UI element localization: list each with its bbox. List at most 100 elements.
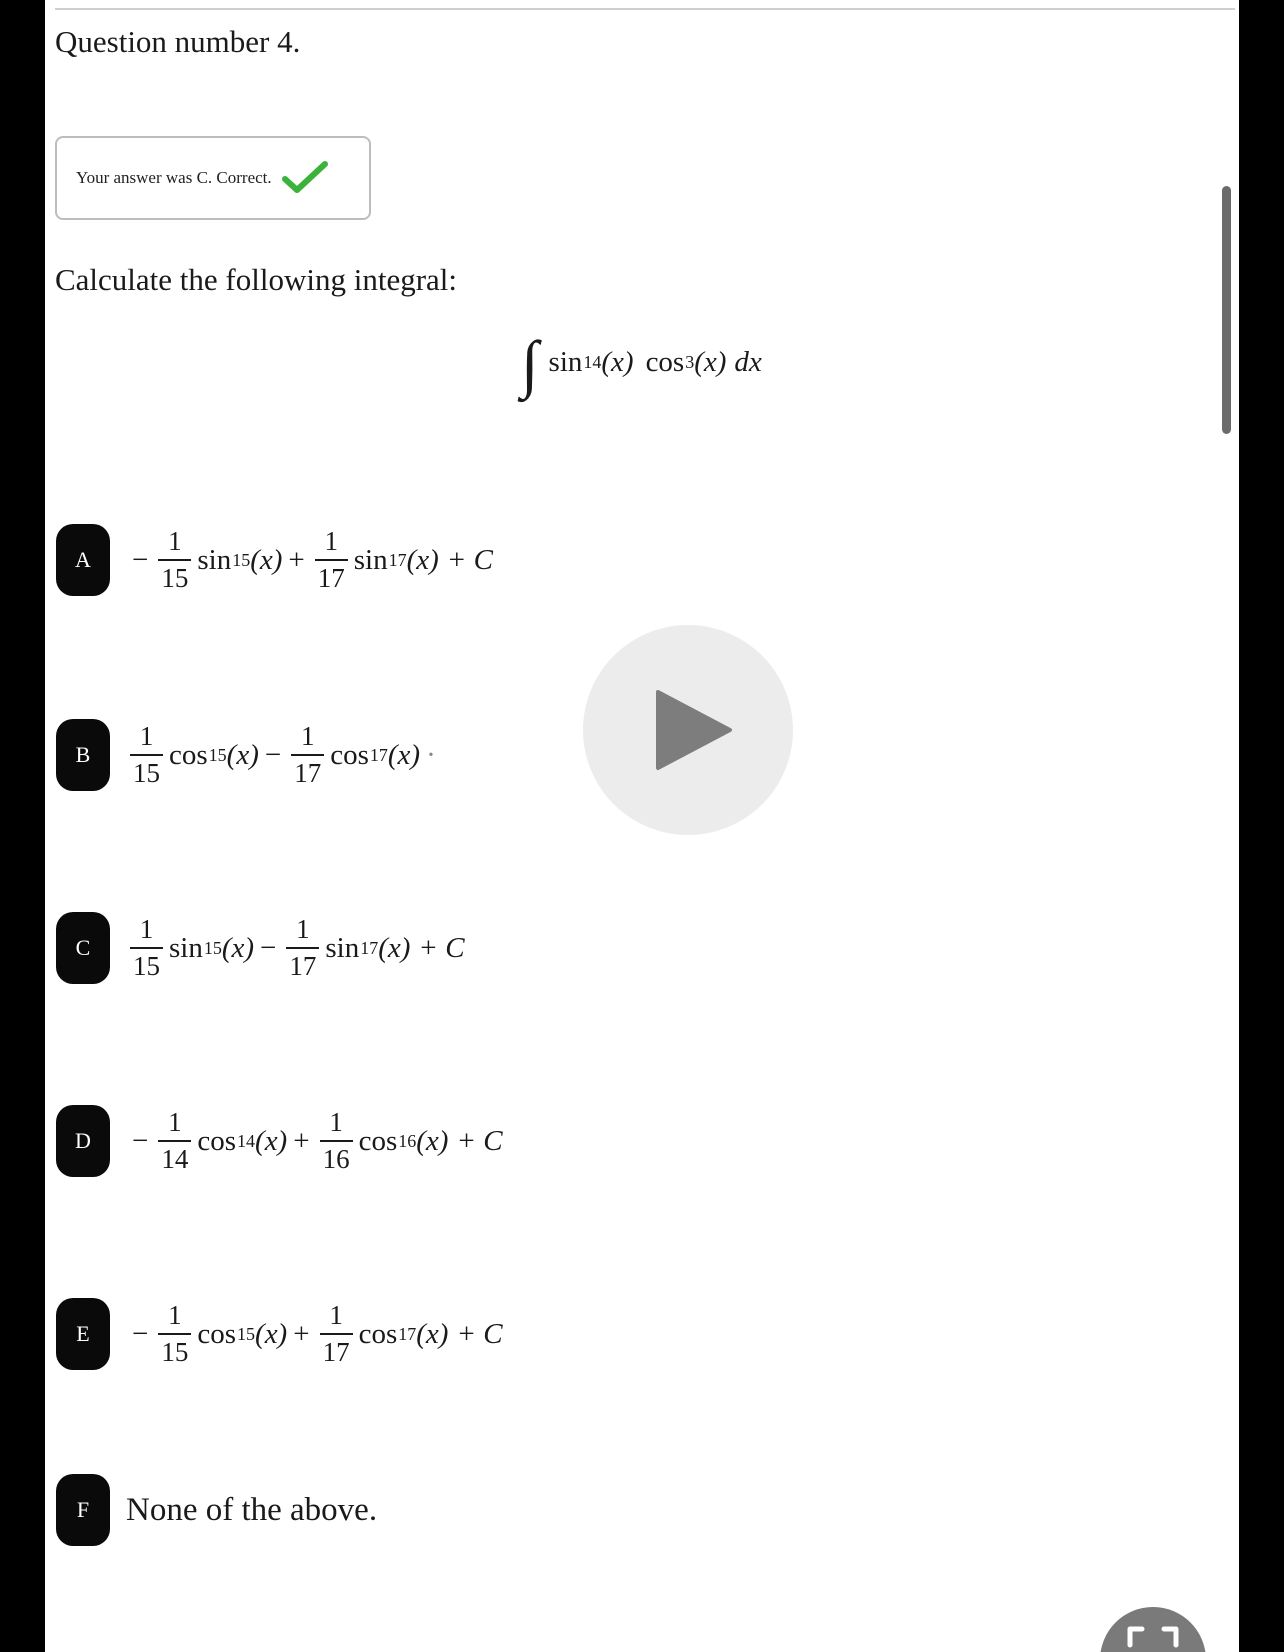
option-b[interactable]: B 1 15 cos 15 (x) − 1 17 cos 17 (x) · — [56, 717, 436, 793]
option-e-expression[interactable]: − 1 15 cos 15 (x) + 1 17 cos 17 (x) + C — [126, 1302, 503, 1366]
answer-feedback-box: Your answer was C. Correct. — [55, 136, 371, 220]
function-name: cos — [197, 1317, 237, 1350]
option-badge-b[interactable]: B — [56, 719, 110, 791]
denominator: 15 — [158, 559, 192, 592]
option-b-expression[interactable]: 1 15 cos 15 (x) − 1 17 cos 17 (x) · — [126, 723, 436, 787]
numerator: 1 — [168, 1300, 182, 1330]
integral-differential: dx — [734, 345, 762, 378]
option-a-expression[interactable]: − 1 15 sin 15 (x) + 1 17 sin 17 (x) + C — [126, 528, 493, 592]
function-name: sin — [325, 931, 360, 964]
integral-fn2-exponent: 3 — [685, 351, 695, 372]
function-name: cos — [330, 738, 369, 771]
truncated-tail: · — [426, 738, 436, 771]
fraction-1: 1 15 — [130, 723, 163, 787]
fraction-2: 1 16 — [319, 1107, 353, 1173]
denominator: 14 — [158, 1140, 192, 1173]
denominator: 16 — [319, 1140, 353, 1173]
option-d-expression[interactable]: − 1 14 cos 14 (x) + 1 16 cos 16 (x) + C — [126, 1109, 503, 1173]
fraction-1: 1 14 — [158, 1109, 192, 1173]
function-name: cos — [358, 1124, 398, 1157]
operator: + — [288, 543, 305, 576]
video-play-button[interactable] — [583, 625, 793, 835]
function-name: cos — [197, 1124, 237, 1157]
option-badge-d[interactable]: D — [56, 1105, 110, 1177]
exponent: 15 — [203, 937, 222, 958]
exponent: 15 — [208, 744, 227, 765]
integral-expression: ∫ sin 14 (x) cos 3 (x) dx — [521, 328, 762, 399]
fraction-1: 1 15 — [158, 526, 192, 592]
screenshot-icon — [1127, 1626, 1179, 1648]
option-badge-c[interactable]: C — [56, 912, 110, 984]
denominator: 17 — [314, 559, 348, 592]
option-a[interactable]: A − 1 15 sin 15 (x) + 1 17 sin 17 (x) + C — [56, 522, 493, 598]
denominator: 15 — [130, 754, 163, 787]
denominator: 17 — [319, 1333, 353, 1366]
numerator: 1 — [168, 526, 182, 556]
integral-fn1-arg: (x) — [601, 345, 634, 378]
option-f-text[interactable]: None of the above. — [126, 1492, 377, 1529]
fraction-2: 1 17 — [286, 914, 320, 980]
option-d[interactable]: D − 1 14 cos 14 (x) + 1 16 cos 16 (x) + C — [56, 1103, 503, 1179]
question-number: Question number 4. — [55, 24, 301, 59]
top-divider — [55, 8, 1235, 10]
check-icon — [281, 161, 328, 193]
play-icon — [656, 690, 732, 770]
argument: (x) — [226, 738, 259, 771]
option-e[interactable]: E − 1 15 cos 15 (x) + 1 17 cos 17 (x) + C — [56, 1296, 503, 1372]
integral-sign: ∫ — [521, 328, 539, 399]
denominator: 17 — [291, 754, 325, 787]
fraction-2: 1 17 — [314, 526, 348, 592]
argument: (x) — [416, 1317, 449, 1350]
question-prompt: Calculate the following integral: — [55, 262, 458, 297]
feedback-text: Your answer was C. Correct. — [76, 168, 272, 187]
operator: + — [293, 1124, 310, 1157]
exponent: 17 — [369, 744, 388, 765]
option-f[interactable]: F None of the above. — [56, 1472, 377, 1548]
fraction-2: 1 17 — [319, 1302, 353, 1366]
numerator: 1 — [324, 526, 339, 556]
screenshot-button[interactable] — [1100, 1607, 1206, 1652]
argument: (x) — [221, 931, 255, 964]
numerator: 1 — [329, 1107, 343, 1137]
constant: + C — [456, 1317, 503, 1350]
fraction-1: 1 15 — [130, 916, 163, 980]
option-c-expression[interactable]: 1 15 sin 15 (x) − 1 17 sin 17 (x) + C — [126, 916, 465, 980]
vertical-scrollbar[interactable] — [1222, 186, 1231, 434]
integral-fn1: sin — [548, 345, 583, 378]
function-name: sin — [197, 543, 232, 576]
exponent: 16 — [398, 1130, 417, 1151]
operator: − — [264, 738, 282, 771]
lead-sign: − — [132, 543, 149, 576]
denominator: 15 — [130, 947, 163, 980]
argument: (x) — [416, 1124, 449, 1157]
option-badge-a[interactable]: A — [56, 524, 110, 596]
argument: (x) — [250, 543, 283, 576]
function-name: sin — [353, 543, 388, 576]
option-badge-f[interactable]: F — [56, 1474, 110, 1546]
exponent: 15 — [232, 549, 251, 570]
integral-fn2: cos — [645, 345, 685, 378]
constant: + C — [456, 1124, 503, 1157]
exponent: 14 — [237, 1130, 256, 1151]
exponent: 17 — [360, 937, 379, 958]
exponent: 15 — [237, 1323, 256, 1344]
numerator: 1 — [139, 914, 154, 944]
option-badge-e[interactable]: E — [56, 1298, 110, 1370]
function-name: cos — [169, 738, 208, 771]
exponent: 17 — [388, 549, 407, 570]
constant: + C — [446, 543, 493, 576]
function-name: cos — [358, 1317, 398, 1350]
operator: + — [293, 1317, 310, 1350]
option-c[interactable]: C 1 15 sin 15 (x) − 1 17 sin 17 (x) + C — [56, 910, 465, 986]
constant: + C — [418, 931, 465, 964]
denominator: 15 — [158, 1333, 192, 1366]
numerator: 1 — [296, 914, 310, 944]
lead-sign: − — [132, 1124, 149, 1157]
numerator: 1 — [139, 721, 154, 751]
operator: − — [260, 931, 277, 964]
argument: (x) — [255, 1124, 288, 1157]
integral-fn2-arg: (x) — [694, 345, 727, 378]
fraction-2: 1 17 — [291, 723, 325, 787]
function-name: sin — [169, 931, 203, 964]
argument: (x) — [387, 738, 421, 771]
